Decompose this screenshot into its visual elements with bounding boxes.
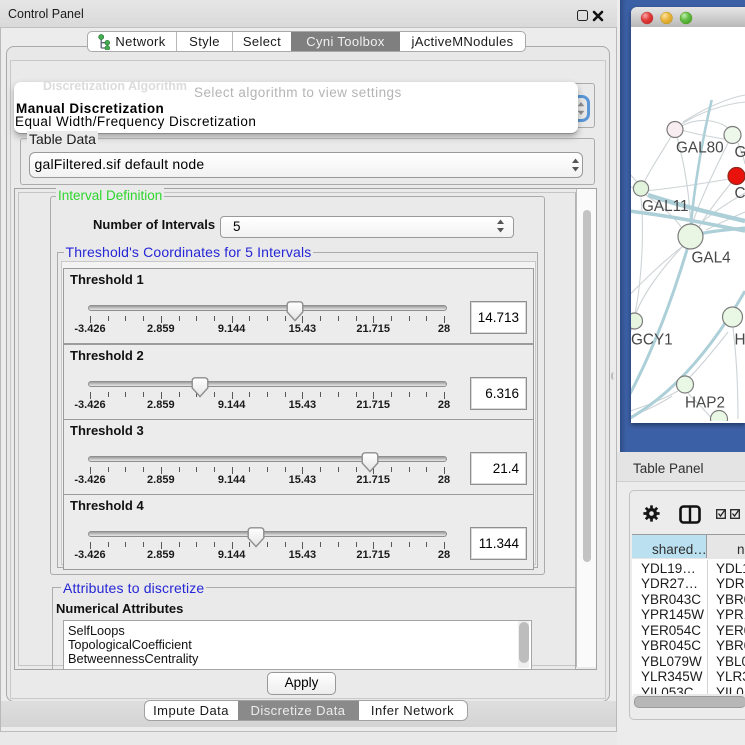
svg-text:GAL4: GAL4: [692, 250, 732, 267]
svg-text:GA: GA: [735, 144, 745, 161]
svg-text:GAL11: GAL11: [642, 198, 689, 215]
svg-text:H: H: [735, 332, 745, 349]
svg-text:GCY1: GCY1: [631, 332, 673, 349]
svg-text:HAP2: HAP2: [685, 395, 725, 412]
svg-text:C: C: [734, 185, 745, 202]
svg-text:GAL80: GAL80: [676, 140, 724, 157]
